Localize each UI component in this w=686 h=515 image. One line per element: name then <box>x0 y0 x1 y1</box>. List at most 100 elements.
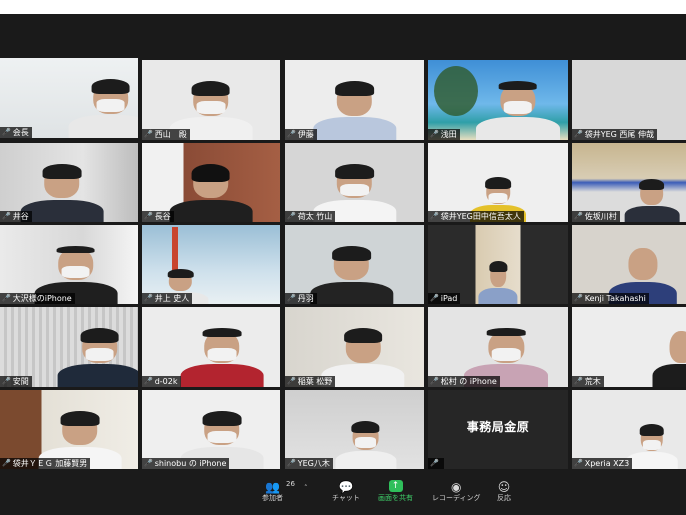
video-tile[interactable]: 🎤 井谷 <box>0 143 138 222</box>
participant-name: 🎤 会長 <box>0 127 32 138</box>
smiley-icon: ☺ <box>497 479 511 494</box>
muted-mic-icon: 🎤 <box>287 377 296 385</box>
video-tile[interactable]: 🎤 袋井YEG田中信吾太人 <box>428 143 568 222</box>
participant-name: 🎤 井上 史人 <box>142 293 193 304</box>
muted-mic-icon: 🎤 <box>144 459 153 467</box>
chat-button[interactable]: 💬 チャット <box>332 480 360 503</box>
participant-video <box>180 328 264 387</box>
participants-label: 参加者 <box>262 494 283 502</box>
participant-name: 🎤 長谷 <box>142 211 174 222</box>
video-background <box>572 60 686 140</box>
participant-name: 🎤 Kenji Takahashi <box>572 293 649 304</box>
video-tile[interactable]: 🎤 shinobu の iPhone <box>142 390 280 469</box>
participant-video <box>68 79 138 138</box>
participant-name: 🎤 松村 の iPhone <box>428 376 500 387</box>
participant-name: 🎤 袋井ＹＥＧ 加藤賢男 <box>0 458 91 469</box>
video-tile[interactable]: 🎤 安間 <box>0 307 138 387</box>
muted-mic-icon: 🎤 <box>287 459 296 467</box>
muted-mic-icon: 🎤 <box>430 377 439 385</box>
chat-icon: 💬 <box>338 479 354 494</box>
video-tile[interactable]: 🎤 袋井ＹＥＧ 加藤賢男 <box>0 390 138 469</box>
share-screen-button[interactable]: ↑ 画面を共有 <box>378 480 413 503</box>
muted-mic-icon: 🎤 <box>2 294 11 302</box>
muted-mic-icon: 🎤 <box>287 212 296 220</box>
participant-name: 🎤 荷太 竹山 <box>285 211 336 222</box>
muted-mic-icon: 🎤 <box>2 459 11 467</box>
video-grid: 🎤 会長 🎤 西山 殿 🎤 伊藤 🎤 浅田 🎤 袋井YEG 西尾 伸哉 🎤 井谷 🎤 長谷 🎤… <box>0 0 686 470</box>
participant-name: 🎤 <box>428 458 444 469</box>
muted-mic-icon: 🎤 <box>144 294 153 302</box>
participant-video <box>20 163 104 222</box>
video-tile[interactable]: 🎤 佐坂川村 <box>572 143 686 222</box>
share-screen-icon: ↑ <box>388 480 403 492</box>
video-tile[interactable]: 🎤 荷太 竹山 <box>285 143 424 222</box>
record-button[interactable]: ◉ レコーディング <box>432 480 481 503</box>
video-tile[interactable]: 事務局金原 🎤 <box>428 390 568 469</box>
participant-name: 🎤 shinobu の iPhone <box>142 458 230 469</box>
muted-mic-icon: 🎤 <box>574 130 583 138</box>
video-tile[interactable]: 🎤 丹羽 <box>285 225 424 304</box>
reactions-label: 反応 <box>497 494 511 502</box>
video-tile[interactable]: 🎤 Kenji Takahashi <box>572 225 686 304</box>
participant-name: 🎤 浅田 <box>428 129 460 140</box>
video-tile[interactable]: 🎤 松村 の iPhone <box>428 307 568 387</box>
meeting-toolbar: 👥 参加者 26 ˄ 💬 チャット ↑ 画面を共有 ◉ レコーディング ☺ 反応 <box>0 470 686 515</box>
participant-name: 🎤 稲葉 松野 <box>285 376 336 387</box>
participant-video <box>625 424 679 469</box>
reactions-button[interactable]: ☺ 反応 <box>496 480 512 503</box>
participants-count: 26 <box>286 480 295 488</box>
muted-mic-icon: 🎤 <box>430 294 439 302</box>
record-label: レコーディング <box>432 494 481 502</box>
muted-mic-icon: 🎤 <box>574 377 583 385</box>
participants-button[interactable]: 👥 参加者 <box>262 480 283 503</box>
muted-mic-icon: 🎤 <box>2 212 11 220</box>
video-tile[interactable]: 🎤 大沢様のiPhone <box>0 225 138 304</box>
participant-name: 🎤 丹羽 <box>285 293 317 304</box>
video-tile[interactable]: 🎤 袋井YEG 西尾 伸哉 <box>572 60 686 140</box>
share-screen-label: 画面を共有 <box>378 494 413 502</box>
video-tile[interactable]: 🎤 井上 史人 <box>142 225 280 304</box>
muted-mic-icon: 🎤 <box>430 212 439 220</box>
video-tile[interactable]: 🎤 伊藤 <box>285 60 424 140</box>
muted-mic-icon: 🎤 <box>574 212 583 220</box>
video-tile[interactable]: 🎤 YEG八木 <box>285 390 424 469</box>
participant-name: 🎤 井谷 <box>0 211 32 222</box>
participants-icon: 👥 <box>265 479 280 494</box>
participant-name: 🎤 伊藤 <box>285 129 317 140</box>
muted-mic-icon: 🎤 <box>430 130 439 138</box>
muted-mic-icon: 🎤 <box>287 294 296 302</box>
participant-video <box>624 178 680 222</box>
participant-video <box>310 245 394 304</box>
participant-display-name: 事務局金原 <box>466 420 530 435</box>
participant-video <box>169 163 253 222</box>
participant-video <box>478 260 518 304</box>
video-tile[interactable]: 🎤 西山 殿 <box>142 60 280 140</box>
participant-name: 🎤 荒木 <box>572 376 604 387</box>
video-tile[interactable]: 🎤 Xperia XZ3 <box>572 390 686 469</box>
video-tile[interactable]: 🎤 荒木 <box>572 307 686 387</box>
muted-mic-icon: 🎤 <box>144 130 153 138</box>
participant-name: 🎤 西山 殿 <box>142 129 190 140</box>
video-tile[interactable]: 🎤 会長 <box>0 58 138 138</box>
participant-name: 🎤 Xperia XZ3 <box>572 458 633 469</box>
participant-name: 🎤 袋井YEG田中信吾太人 <box>428 211 524 222</box>
participant-name: 🎤 大沢様のiPhone <box>0 293 75 304</box>
participant-video <box>652 330 686 387</box>
participant-name: 🎤 iPad <box>428 293 461 304</box>
participant-video <box>475 81 560 140</box>
video-tile[interactable]: 🎤 iPad <box>428 225 568 304</box>
participant-video <box>312 81 397 140</box>
video-tile[interactable]: 🎤 d-02k <box>142 307 280 387</box>
video-tile[interactable]: 🎤 浅田 <box>428 60 568 140</box>
video-tile[interactable]: 🎤 長谷 <box>142 143 280 222</box>
muted-mic-icon: 🎤 <box>430 459 439 467</box>
chevron-up-icon[interactable]: ˄ <box>304 484 308 492</box>
participant-name: 🎤 d-02k <box>142 376 181 387</box>
muted-mic-icon: 🎤 <box>2 128 11 136</box>
video-tile[interactable]: 🎤 稲葉 松野 <box>285 307 424 387</box>
record-icon: ◉ <box>451 479 462 494</box>
participant-name: 🎤 佐坂川村 <box>572 211 620 222</box>
muted-mic-icon: 🎤 <box>2 377 11 385</box>
muted-mic-icon: 🎤 <box>574 459 583 467</box>
participant-name: 🎤 袋井YEG 西尾 伸哉 <box>572 129 657 140</box>
